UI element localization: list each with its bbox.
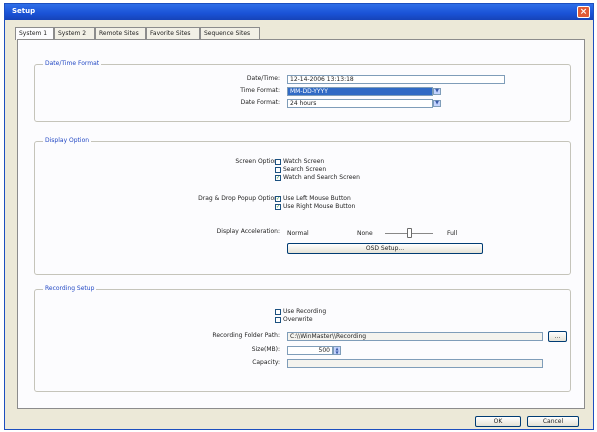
overwrite-label: Overwrite (283, 316, 313, 323)
datetime-label: Date/Time: (246, 75, 280, 82)
tab-sequence-sites[interactable]: Sequence Sites (200, 27, 260, 39)
chevron-down-icon[interactable]: ▼ (433, 100, 441, 107)
right-mouse-label: Use Right Mouse Button (283, 203, 356, 210)
display-group: Display Option Screen Option: Watch Scre… (34, 137, 571, 275)
accel-normal-label: Normal (287, 230, 309, 237)
date-format-select[interactable]: 24 hours (287, 99, 433, 108)
watch-screen-label: Watch Screen (283, 158, 325, 165)
acceleration-slider-thumb[interactable] (407, 228, 412, 238)
chevron-down-icon[interactable]: ▼ (433, 88, 441, 95)
accel-none-label: None (357, 230, 373, 237)
tab-favorite-sites[interactable]: Favorite Sites (146, 27, 200, 39)
size-field[interactable]: 500 (287, 346, 333, 355)
left-mouse-label: Use Left Mouse Button (283, 195, 351, 202)
group-title: Date/Time Format (43, 60, 102, 67)
recording-group: Recording Setup Use Recording Overwrite … (34, 285, 571, 392)
watch-search-screen-label: Watch and Search Screen (283, 174, 360, 181)
datetime-field[interactable]: 12-14-2006 13:13:18 (287, 75, 505, 84)
acceleration-label: Display Acceleration: (216, 228, 280, 235)
cancel-button[interactable]: Cancel (527, 416, 579, 427)
folder-path-label: Recording Folder Path: (212, 332, 280, 339)
group-title: Recording Setup (43, 285, 97, 292)
title-bar[interactable]: Setup × (5, 4, 593, 20)
group-title: Display Option (43, 137, 92, 144)
checkbox-overwrite[interactable] (275, 317, 281, 323)
capacity-field[interactable] (287, 359, 543, 368)
check-icon: ✓ (276, 175, 281, 181)
size-label: Size(MB): (251, 346, 280, 353)
date-format-label: Date Format: (240, 99, 280, 106)
osd-setup-button[interactable]: OSD Setup... (287, 243, 483, 254)
checkbox-search-screen[interactable] (275, 167, 281, 173)
check-icon: ✓ (276, 196, 281, 202)
setup-window: Setup × System 1 System 2 Remote Sites F… (4, 3, 594, 430)
close-icon[interactable]: × (577, 6, 590, 18)
accel-full-label: Full (447, 230, 458, 237)
datetime-group: Date/Time Format Date/Time: 12-14-2006 1… (34, 60, 571, 122)
tab-remote-sites[interactable]: Remote Sites (95, 27, 146, 39)
dragdrop-label: Drag & Drop Popup Option: (198, 195, 280, 202)
screen-option-label: Screen Option: (235, 158, 280, 165)
ok-button[interactable]: OK (475, 416, 521, 427)
checkbox-use-recording[interactable] (275, 309, 281, 315)
checkbox-left-mouse[interactable]: ✓ (275, 196, 281, 202)
time-format-select[interactable]: MM-DD-YYYY (287, 87, 433, 96)
browse-button[interactable]: ... (548, 331, 567, 342)
tab-system-2[interactable]: System 2 (54, 27, 95, 39)
use-recording-label: Use Recording (283, 308, 327, 315)
checkbox-watch-screen[interactable] (275, 159, 281, 165)
search-screen-label: Search Screen (283, 166, 327, 173)
checkbox-watch-search-screen[interactable]: ✓ (275, 175, 281, 181)
tab-panel: Date/Time Format Date/Time: 12-14-2006 1… (17, 39, 585, 409)
capacity-label: Capacity: (252, 359, 280, 366)
window-title: Setup (12, 7, 36, 15)
time-format-label: Time Format: (240, 87, 280, 94)
checkbox-right-mouse[interactable]: ✓ (275, 204, 281, 210)
spin-updown-icon[interactable]: ▲ ▼ (333, 346, 341, 355)
folder-path-field[interactable]: C:\\WinMaster\\Recording (287, 332, 543, 341)
check-icon: ✓ (276, 204, 281, 210)
